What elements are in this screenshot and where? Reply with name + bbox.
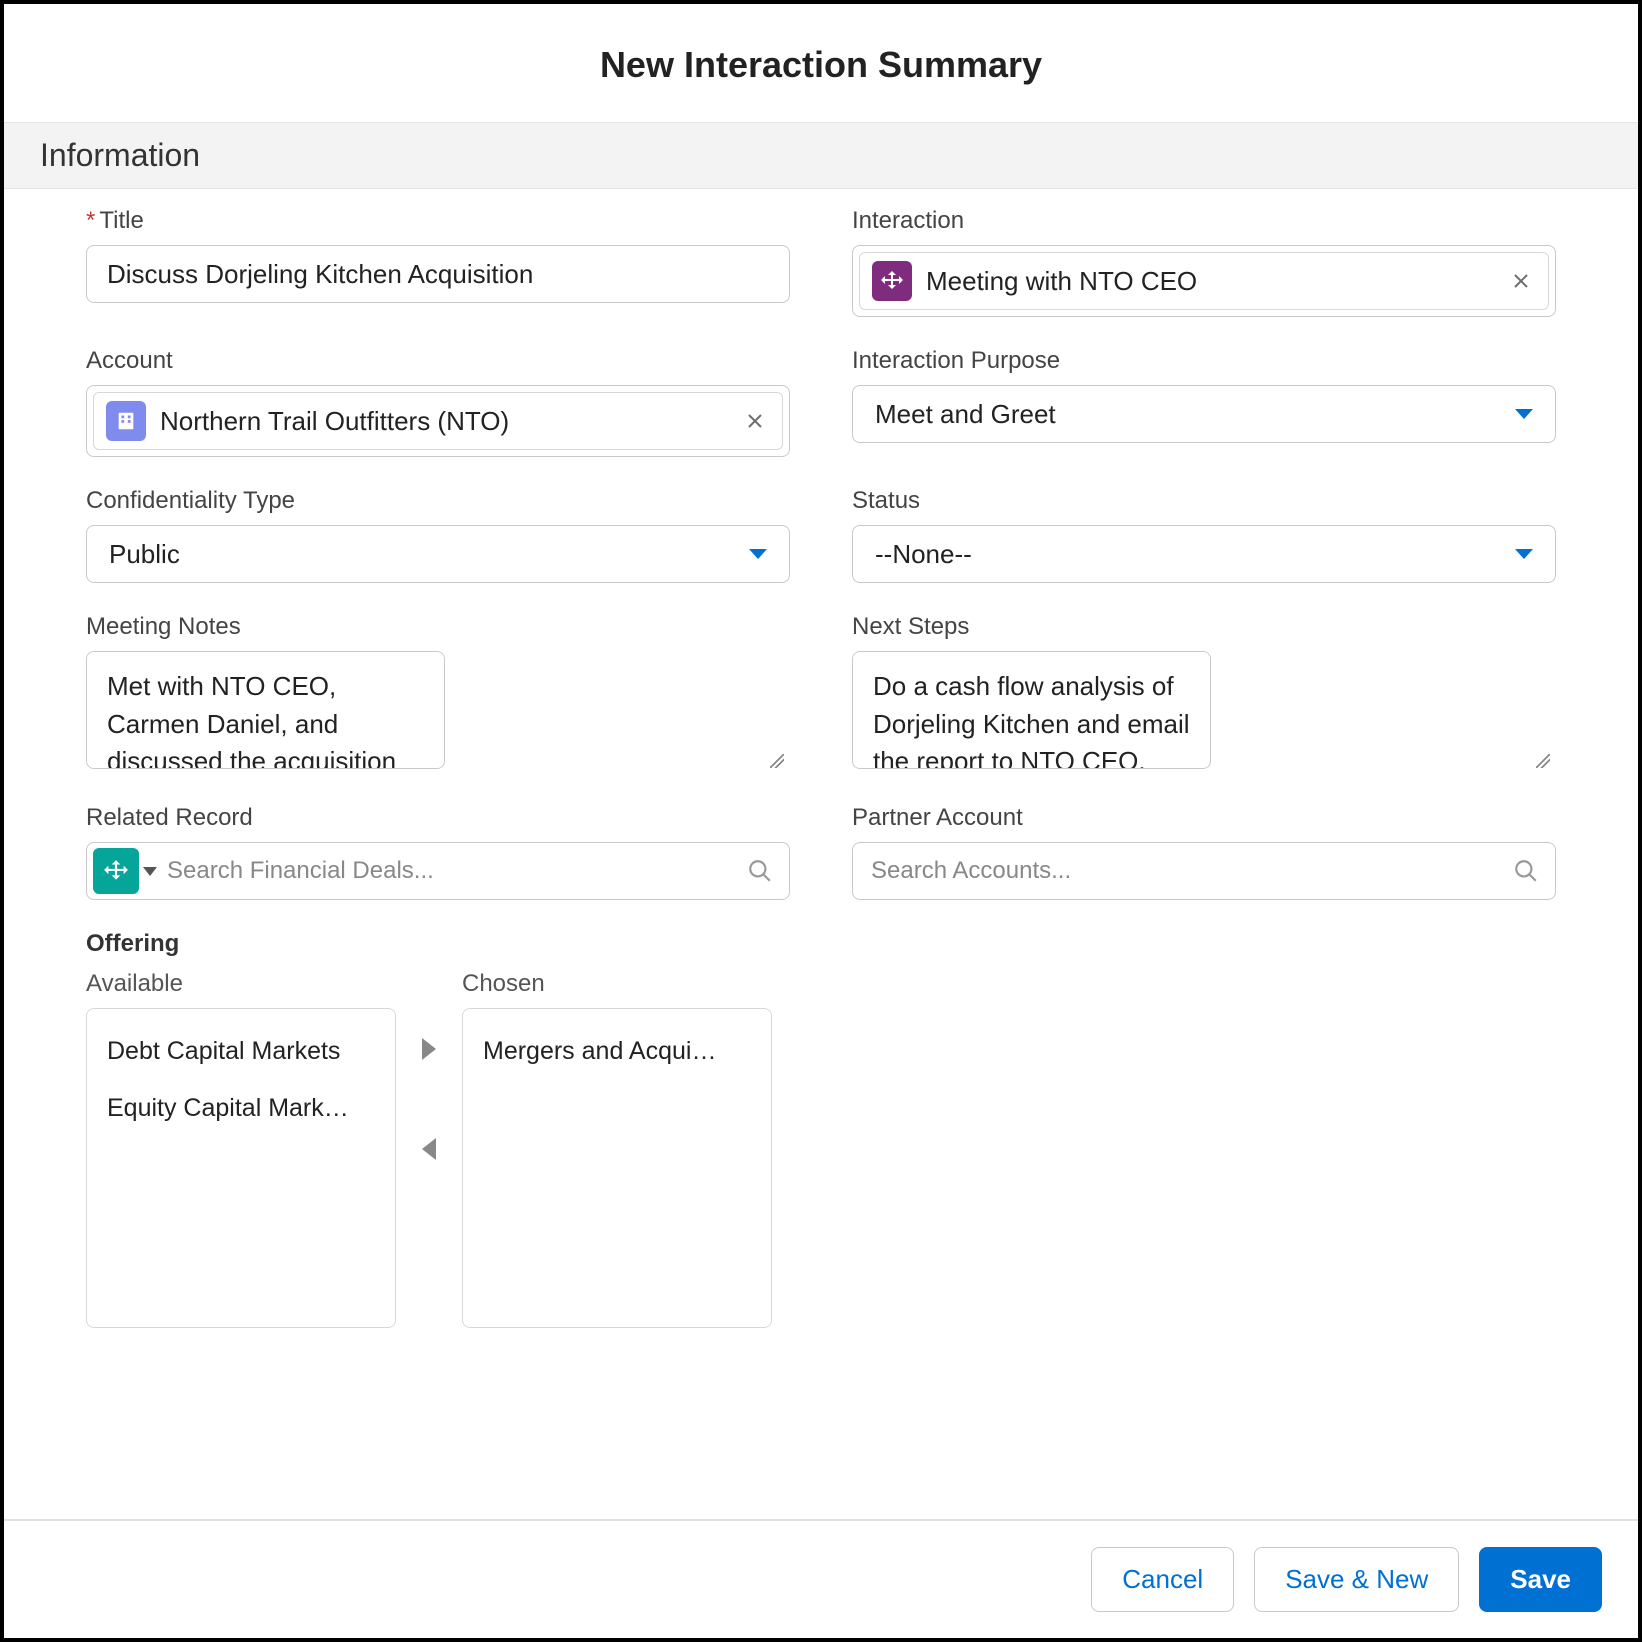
status-value: --None-- xyxy=(875,539,972,570)
move-left-button[interactable] xyxy=(414,1134,444,1164)
interaction-pill[interactable]: Meeting with NTO CEO xyxy=(859,252,1549,310)
account-icon xyxy=(106,401,146,441)
form-body: *Title Interaction Meeting with NTO CEO xyxy=(4,189,1638,1519)
confidentiality-label: Confidentiality Type xyxy=(86,487,790,515)
title-input[interactable] xyxy=(86,245,790,303)
save-and-new-button[interactable]: Save & New xyxy=(1254,1547,1459,1612)
chevron-down-icon xyxy=(1515,549,1533,559)
interaction-lookup[interactable]: Meeting with NTO CEO xyxy=(852,245,1556,317)
list-item[interactable]: Debt Capital Markets xyxy=(87,1023,395,1080)
meeting-notes-textarea[interactable] xyxy=(86,651,445,769)
chosen-list[interactable]: Mergers and Acqui… xyxy=(462,1008,772,1328)
partner-account-input[interactable] xyxy=(861,857,1503,885)
section-header: Information xyxy=(4,122,1638,189)
list-item[interactable]: Mergers and Acqui… xyxy=(463,1023,771,1080)
interaction-purpose-value: Meet and Greet xyxy=(875,399,1056,430)
status-select[interactable]: --None-- xyxy=(852,525,1556,583)
object-switcher[interactable] xyxy=(93,848,157,894)
chevron-down-icon xyxy=(749,549,767,559)
modal-footer: Cancel Save & New Save xyxy=(4,1519,1638,1638)
interaction-purpose-label: Interaction Purpose xyxy=(852,347,1556,375)
title-label: *Title xyxy=(86,207,790,235)
search-icon xyxy=(747,858,773,884)
offering-dual-list: Available Debt Capital Markets Equity Ca… xyxy=(86,970,790,1328)
related-record-label: Related Record xyxy=(86,804,790,832)
search-icon xyxy=(1513,858,1539,884)
chevron-left-icon xyxy=(422,1138,436,1160)
related-record-lookup[interactable] xyxy=(86,842,790,900)
interaction-icon xyxy=(872,261,912,301)
required-indicator: * xyxy=(86,207,95,234)
chevron-right-icon xyxy=(422,1038,436,1060)
modal-header: New Interaction Summary xyxy=(4,4,1638,122)
confidentiality-select[interactable]: Public xyxy=(86,525,790,583)
list-item[interactable]: Equity Capital Mark… xyxy=(87,1080,395,1137)
financial-deal-icon xyxy=(93,848,139,894)
move-right-button[interactable] xyxy=(414,1034,444,1064)
account-pill-text: Northern Trail Outfitters (NTO) xyxy=(160,406,726,437)
related-record-input[interactable] xyxy=(167,857,737,885)
offering-label: Offering xyxy=(86,930,790,958)
section-label: Information xyxy=(40,137,200,173)
next-steps-label: Next Steps xyxy=(852,613,1556,641)
available-label: Available xyxy=(86,970,396,998)
chevron-down-icon xyxy=(143,867,157,876)
interaction-label: Interaction xyxy=(852,207,1556,235)
available-list[interactable]: Debt Capital Markets Equity Capital Mark… xyxy=(86,1008,396,1328)
chevron-down-icon xyxy=(1515,409,1533,419)
chosen-label: Chosen xyxy=(462,970,772,998)
partner-account-label: Partner Account xyxy=(852,804,1556,832)
next-steps-textarea[interactable] xyxy=(852,651,1211,769)
new-interaction-summary-modal: New Interaction Summary Information *Tit… xyxy=(0,0,1642,1642)
account-pill[interactable]: Northern Trail Outfitters (NTO) xyxy=(93,392,783,450)
account-label: Account xyxy=(86,347,790,375)
confidentiality-value: Public xyxy=(109,539,180,570)
remove-account-icon[interactable] xyxy=(740,406,770,436)
partner-account-lookup[interactable] xyxy=(852,842,1556,900)
cancel-button[interactable]: Cancel xyxy=(1091,1547,1234,1612)
interaction-purpose-select[interactable]: Meet and Greet xyxy=(852,385,1556,443)
remove-interaction-icon[interactable] xyxy=(1506,266,1536,296)
save-button[interactable]: Save xyxy=(1479,1547,1602,1612)
meeting-notes-label: Meeting Notes xyxy=(86,613,790,641)
modal-title: New Interaction Summary xyxy=(4,44,1638,86)
account-lookup[interactable]: Northern Trail Outfitters (NTO) xyxy=(86,385,790,457)
interaction-pill-text: Meeting with NTO CEO xyxy=(926,266,1492,297)
status-label: Status xyxy=(852,487,1556,515)
